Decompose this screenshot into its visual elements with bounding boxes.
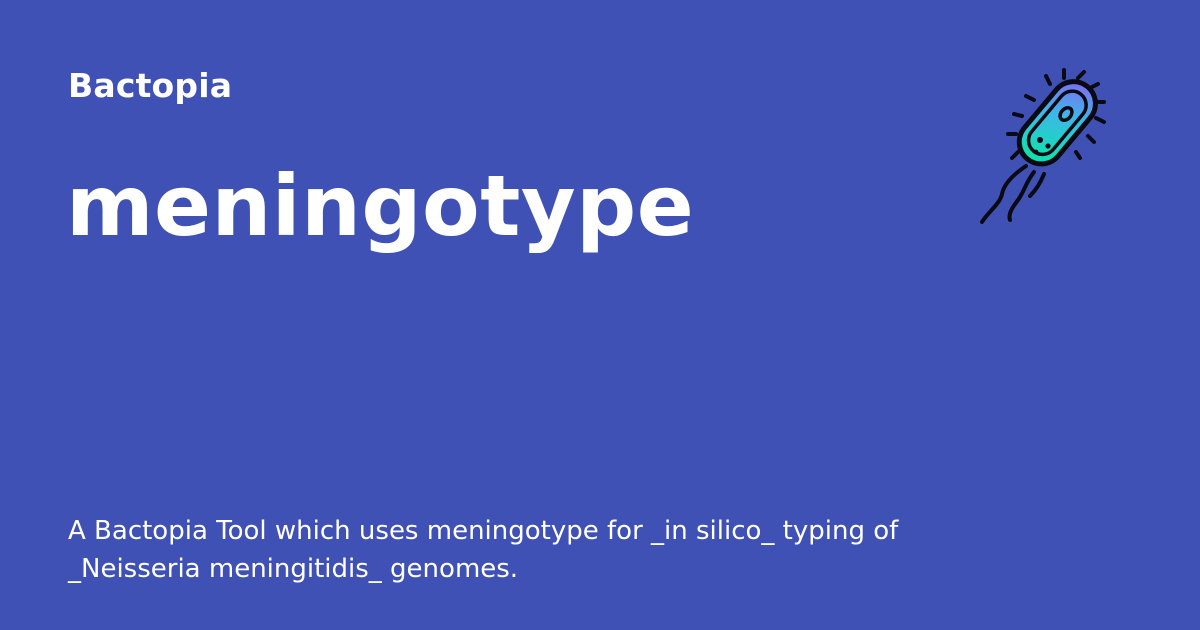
tool-description: A Bactopia Tool which uses meningotype f… <box>68 516 899 584</box>
site-name: Bactopia <box>68 66 233 105</box>
social-card: Bactopia meningotype A Bactopia Tool whi… <box>0 0 1200 630</box>
bacterium-icon <box>980 68 1106 224</box>
tool-title: meningotype <box>66 157 695 255</box>
